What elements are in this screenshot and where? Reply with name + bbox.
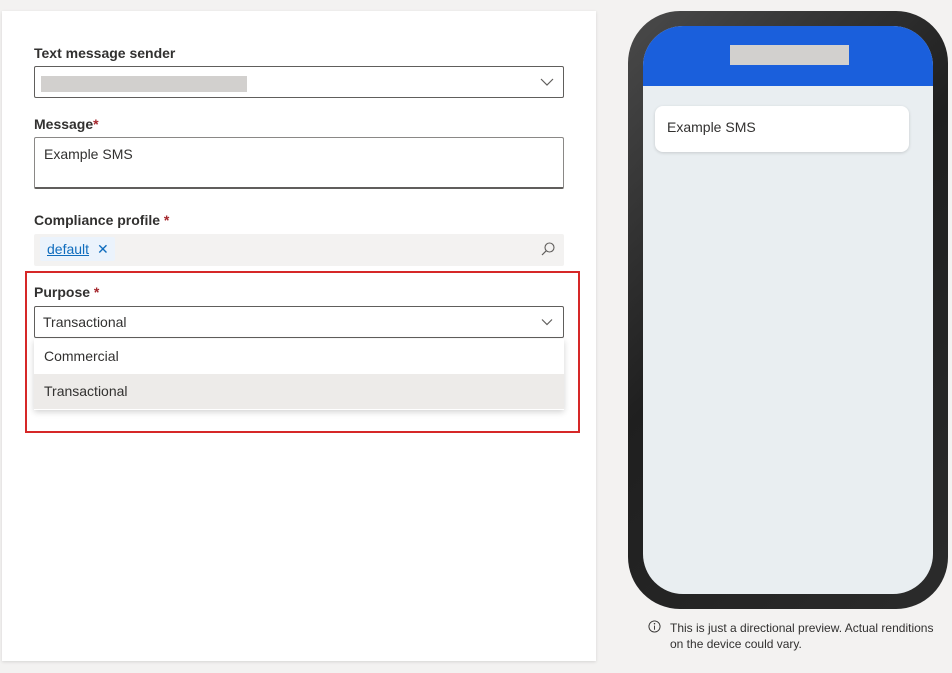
preview-note-text: This is just a directional preview. Actu…	[670, 621, 934, 651]
phone-screen: Example SMS	[643, 26, 933, 594]
option-commercial[interactable]: Commercial	[34, 339, 564, 374]
chevron-down-icon	[541, 319, 553, 326]
sender-name-redacted	[730, 45, 849, 65]
chevron-down-icon	[540, 78, 554, 86]
message-bubble: Example SMS	[655, 106, 909, 152]
info-icon	[648, 620, 661, 633]
purpose-selected-value: Transactional	[43, 314, 127, 330]
purpose-label: Purpose *	[34, 284, 100, 300]
compliance-tag: default ✕	[40, 237, 115, 261]
sender-value-redacted	[41, 76, 247, 92]
compliance-lookup[interactable]: default ✕	[34, 234, 564, 266]
phone-header	[643, 26, 933, 86]
compliance-label: Compliance profile *	[34, 212, 170, 228]
phone-preview: Example SMS	[628, 11, 948, 609]
compliance-tag-link[interactable]: default	[47, 241, 89, 257]
form-panel: Text message sender Message* Example SMS…	[2, 11, 596, 661]
purpose-dropdown[interactable]: Transactional	[34, 306, 564, 338]
sender-label: Text message sender	[34, 45, 176, 61]
message-input[interactable]: Example SMS	[34, 137, 564, 189]
purpose-options-list: Commercial Transactional	[34, 339, 564, 410]
search-icon[interactable]	[540, 241, 556, 257]
sender-dropdown[interactable]	[34, 66, 564, 98]
close-icon[interactable]: ✕	[97, 242, 109, 256]
message-label: Message*	[34, 116, 99, 132]
option-transactional[interactable]: Transactional	[34, 374, 564, 409]
